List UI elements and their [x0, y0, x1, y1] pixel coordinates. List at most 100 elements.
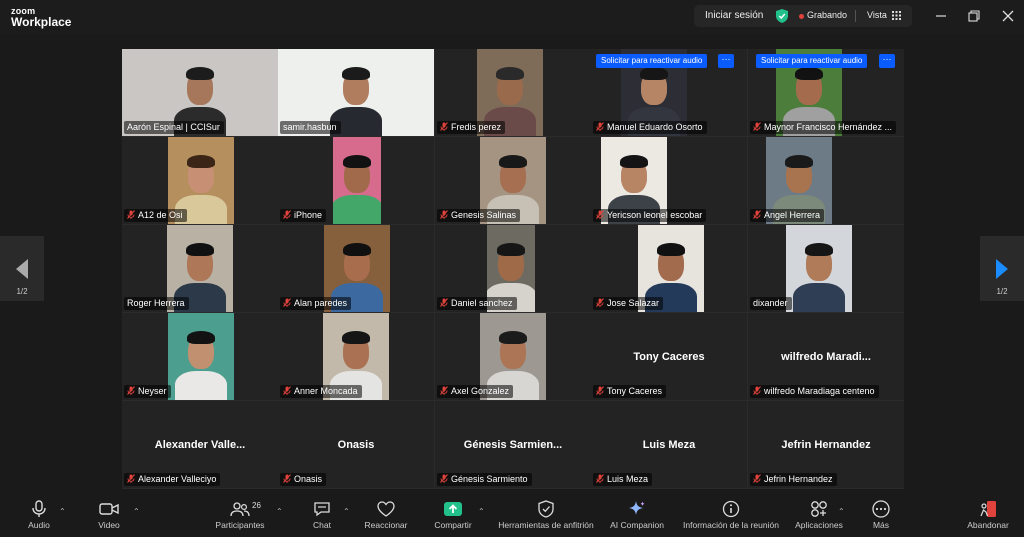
participant-tile[interactable]: dixander [748, 225, 904, 312]
participant-name-tag: Manuel Eduardo Osorto [593, 121, 707, 134]
participant-name-tag: samir.hasbun [280, 121, 341, 134]
audio-button[interactable]: Audio [20, 500, 58, 537]
participant-tile[interactable]: Daniel sanchez [435, 225, 591, 312]
grid-view-icon[interactable] [892, 11, 901, 20]
minimize-icon[interactable] [933, 8, 949, 24]
muted-microphone-icon [440, 122, 448, 131]
participant-tile[interactable]: Fredis perez [435, 49, 591, 136]
apps-button[interactable]: Aplicaciones [792, 500, 846, 537]
participant-tile[interactable]: Genesis Salinas [435, 137, 591, 224]
ai-companion-label: AI Companion [610, 520, 664, 530]
participant-name-tag: Maynor Francisco Hernández ... [750, 121, 897, 134]
muted-microphone-icon [283, 386, 291, 395]
person-body [793, 283, 845, 312]
participant-name-tag: Luis Meza [593, 473, 653, 486]
participant-name: Manuel Eduardo Osorto [607, 122, 703, 132]
participant-tile[interactable]: Alan paredes [278, 225, 434, 312]
audio-options-caret-icon[interactable]: ⌃ [59, 507, 66, 516]
participant-tile[interactable]: Génesis Sarmien... Génesis Sarmiento [435, 401, 591, 488]
participant-tile[interactable]: Angel Herrera [748, 137, 904, 224]
shield-check-icon[interactable] [776, 9, 788, 23]
chat-button[interactable]: Chat [307, 500, 337, 537]
participant-tile[interactable]: Manuel Eduardo Osorto Solicitar para reac… [591, 49, 747, 136]
sign-in-link[interactable]: Iniciar sesión [705, 10, 763, 21]
view-button[interactable]: Vista [867, 10, 887, 20]
participant-tile[interactable]: Onasis Onasis [278, 401, 434, 488]
recording-status[interactable]: Grabando [807, 10, 847, 20]
page-indicator: 1/2 [16, 287, 28, 296]
participant-tile[interactable]: Anner Moncada [278, 313, 434, 400]
participant-name: Neyser [138, 386, 167, 396]
participant-name-tag: dixander [750, 297, 792, 310]
person-hair [342, 331, 370, 344]
participant-tile[interactable]: iPhone [278, 137, 434, 224]
next-page-button[interactable]: 1/2 [980, 236, 1024, 301]
participant-name-tag: Genesis Salinas [437, 209, 521, 222]
video-options-caret-icon[interactable]: ⌃ [133, 507, 140, 516]
participant-tile[interactable]: Axel Gonzalez [435, 313, 591, 400]
participant-name-tag: wilfredo Maradiaga centeno [750, 385, 879, 398]
participant-tile[interactable]: Alexander Valle... Alexander Valleciyo [122, 401, 278, 488]
participant-display-name: Alexander Valle... [154, 439, 246, 451]
muted-microphone-icon [127, 386, 135, 395]
heart-icon [377, 501, 395, 517]
participant-tile[interactable]: samir.hasbun [278, 49, 434, 136]
info-icon [722, 500, 740, 518]
participant-name-tag: A12 de Osi [124, 209, 187, 222]
participant-tile[interactable]: Aarón Espinal | CCISur [122, 49, 278, 136]
participant-tile[interactable]: Maynor Francisco Hernández ... Solicitar … [748, 49, 904, 136]
participant-name-tag: Onasis [280, 473, 327, 486]
participant-name: Yericson leonel escobar [607, 210, 703, 220]
sparkle-icon [629, 501, 645, 515]
apps-options-caret-icon[interactable]: ⌃ [838, 507, 845, 516]
participant-name-tag: Anner Moncada [280, 385, 362, 398]
participant-tile[interactable]: Tony Caceres Tony Caceres [591, 313, 747, 400]
restore-icon[interactable] [966, 8, 982, 24]
participants-count: 26 [252, 501, 261, 510]
participant-tile[interactable]: Luis Meza Luis Meza [591, 401, 747, 488]
participant-name: A12 de Osi [138, 210, 183, 220]
share-label: Compartir [434, 520, 472, 530]
request-unmute-button[interactable]: Solicitar para reactivar audio [756, 54, 868, 68]
participant-tile[interactable]: Neyser [122, 313, 278, 400]
participant-tile[interactable]: Jefrin Hernandez Jefrin Hernandez [748, 401, 904, 488]
person-hair [342, 67, 370, 80]
host-tools-button[interactable]: Herramientas de anfitrión [494, 500, 598, 537]
participant-name: Roger Herrera [127, 298, 185, 308]
previous-page-button[interactable]: 1/2 [0, 236, 44, 301]
participant-name: Jefrin Hernandez [764, 474, 833, 484]
participant-tile[interactable]: wilfredo Maradi... wilfredo Maradiaga cen… [748, 313, 904, 400]
person-hair [497, 243, 525, 256]
person-hair [499, 155, 527, 168]
person-body [333, 195, 381, 224]
more-button[interactable]: Más [866, 500, 896, 537]
muted-microphone-icon [127, 474, 135, 483]
person-hair [785, 155, 813, 168]
meeting-info-button[interactable]: Información de la reunión [678, 500, 784, 537]
video-button[interactable]: Video [89, 500, 129, 537]
zoom-logo: zoom Workplace [11, 5, 71, 28]
participant-tile[interactable]: Roger Herrera [122, 225, 278, 312]
request-unmute-button[interactable]: Solicitar para reactivar audio [596, 54, 708, 68]
person-hair [620, 155, 648, 168]
participant-display-name: Génesis Sarmien... [463, 439, 563, 451]
participant-tile[interactable]: Jose Salazar [591, 225, 747, 312]
person-hair [499, 331, 527, 344]
react-button[interactable]: Reaccionar [360, 500, 412, 537]
person-hair [187, 331, 215, 344]
share-options-caret-icon[interactable]: ⌃ [478, 507, 485, 516]
participant-name-tag: Génesis Sarmiento [437, 473, 532, 486]
tile-more-options-button[interactable]: ··· [718, 54, 734, 68]
participant-name: Alan paredes [294, 298, 348, 308]
chat-options-caret-icon[interactable]: ⌃ [343, 507, 350, 516]
tile-more-options-button[interactable]: ··· [879, 54, 895, 68]
ai-companion-button[interactable]: AI Companion [606, 500, 668, 537]
participant-tile[interactable]: A12 de Osi [122, 137, 278, 224]
share-button[interactable]: Compartir [429, 500, 477, 537]
close-icon[interactable] [1000, 8, 1016, 24]
participant-name-tag: Daniel sanchez [437, 297, 517, 310]
participant-name: Aarón Espinal | CCISur [127, 122, 220, 132]
leave-button[interactable]: Abandonar [962, 500, 1014, 537]
participants-options-caret-icon[interactable]: ⌃ [276, 507, 283, 516]
participant-tile[interactable]: Yericson leonel escobar [591, 137, 747, 224]
